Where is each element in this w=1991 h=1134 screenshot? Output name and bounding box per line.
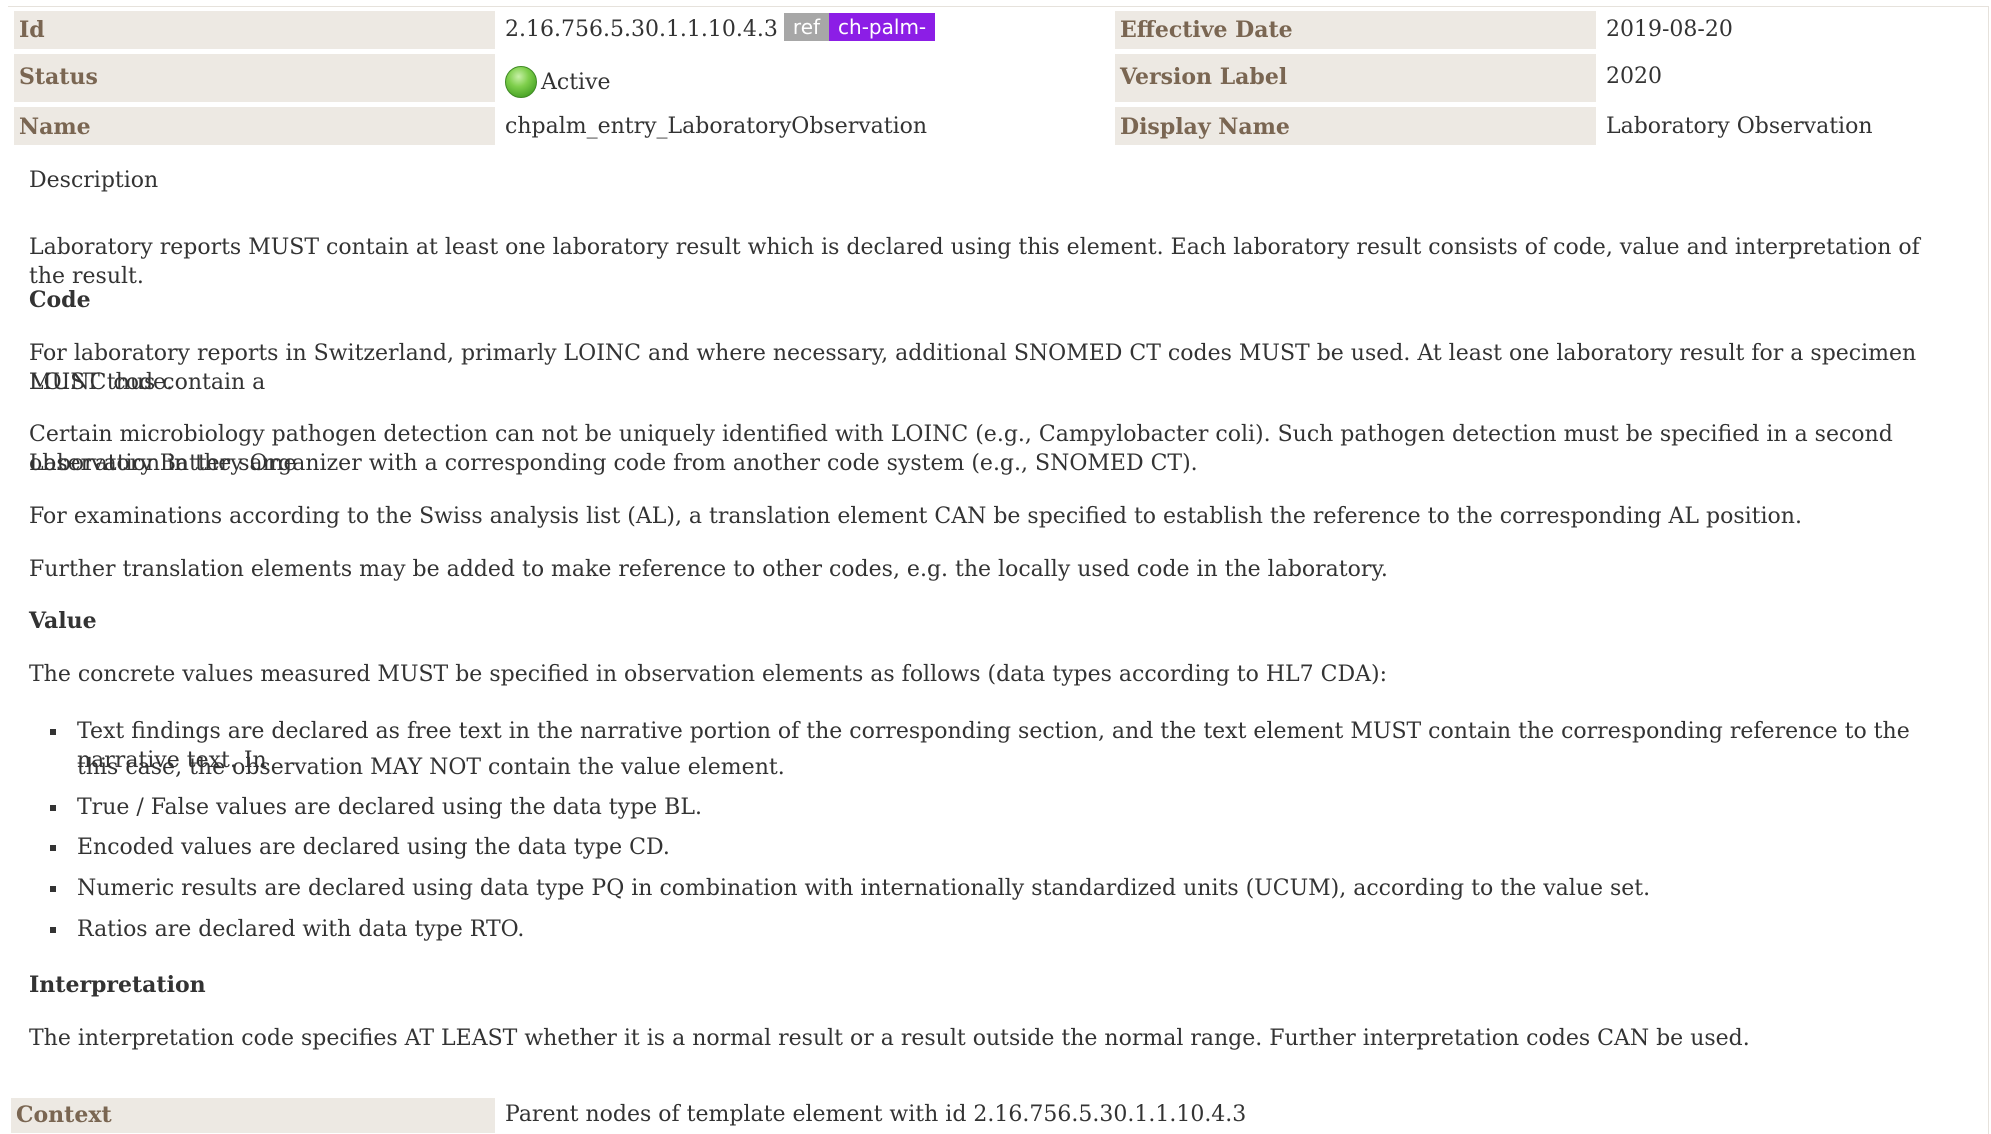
value-bullet-true-false: True / False values are declared using t… — [50, 793, 1937, 822]
code-heading: Code — [29, 287, 91, 313]
code-paragraph-1-line-2: LOINC code. — [29, 370, 174, 395]
value-bullet-ratios: Ratios are declared with data type RTO. — [50, 915, 1937, 944]
description-intro: Laboratory reports MUST contain at least… — [29, 235, 1920, 289]
code-paragraph-2-line-2: Laboratory Battery Organizer with a corr… — [29, 451, 1198, 476]
interpretation-text: The interpretation code specifies AT LEA… — [29, 1026, 1750, 1051]
description-section: Description Laboratory reports MUST cont… — [0, 0, 1991, 1133]
code-paragraph-4: Further translation elements may be adde… — [29, 557, 1388, 582]
code-paragraph-3: For examinations according to the Swiss … — [29, 504, 1802, 529]
value-heading: Value — [29, 608, 97, 634]
context-label: Context — [11, 1098, 495, 1133]
value-bullet-numeric: Numeric results are declared using data … — [50, 874, 1937, 903]
context-value: Parent nodes of template element with id… — [505, 1102, 1247, 1127]
value-bullet-encoded: Encoded values are declared using the da… — [50, 833, 1937, 862]
description-label: Description — [29, 168, 159, 193]
interpretation-heading: Interpretation — [29, 972, 206, 998]
value-intro: The concrete values measured MUST be spe… — [29, 662, 1387, 687]
value-bullet-text-findings-cont: this case, the observation MAY NOT conta… — [77, 755, 785, 780]
